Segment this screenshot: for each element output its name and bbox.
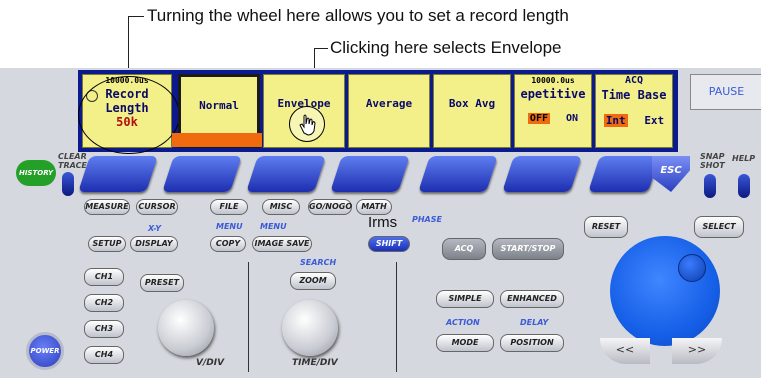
callout-line-h2: [314, 48, 328, 49]
menu-label-copy: MENU: [216, 222, 243, 231]
timebase-options: Int Ext: [596, 114, 672, 127]
help-label: HELP: [732, 154, 756, 163]
callout-line-h1: [128, 16, 144, 17]
snap-shot-button[interactable]: [704, 174, 716, 198]
timediv-label: TIME/DIV: [292, 358, 338, 368]
softkey-button-4[interactable]: [330, 156, 410, 192]
ch1-button[interactable]: CH1: [84, 268, 124, 286]
start-stop-button[interactable]: START/STOP: [492, 238, 564, 260]
timebase-ext[interactable]: Ext: [644, 114, 664, 127]
jog-shuttle-wheel[interactable]: [610, 236, 720, 346]
action-label: ACTION: [446, 318, 480, 327]
box-avg-softkey[interactable]: Box Avg: [433, 74, 511, 148]
reset-button[interactable]: RESET: [584, 216, 628, 238]
repetitive-options: OFF ON: [515, 113, 591, 124]
preset-button[interactable]: PRESET: [140, 274, 184, 292]
copy-button[interactable]: COPY: [210, 236, 246, 252]
softkey-button-5[interactable]: [418, 156, 498, 192]
timebase-label: Time Base: [601, 88, 667, 102]
file-button[interactable]: FILE: [210, 199, 248, 215]
softkey-button-1[interactable]: [78, 156, 158, 192]
hand-cursor-icon: [289, 106, 325, 142]
timebase-int[interactable]: Int: [603, 114, 628, 127]
position-button[interactable]: POSITION: [500, 334, 564, 352]
envelope-callout-text: Clicking here selects Envelope: [330, 38, 562, 57]
cursor-button[interactable]: CURSOR: [136, 199, 178, 215]
select-button[interactable]: SELECT: [694, 216, 744, 238]
repetitive-on[interactable]: ON: [566, 113, 578, 124]
shift-button[interactable]: SHIFT: [368, 236, 410, 252]
enhanced-button[interactable]: ENHANCED: [500, 290, 564, 308]
timebase-header: ACQ: [624, 75, 644, 86]
history-button[interactable]: HISTORY: [16, 160, 56, 186]
phase-label: PHASE: [412, 215, 442, 224]
go-nogo-button[interactable]: GO/NOGO: [308, 199, 352, 215]
power-button[interactable]: POWER: [26, 332, 64, 370]
clear-trace-label: CLEAR TRACE: [58, 152, 87, 170]
clear-trace-button[interactable]: [62, 172, 74, 196]
repetitive-off[interactable]: OFF: [527, 113, 550, 124]
record-length-callout-text: Turning the wheel here allows you to set…: [147, 6, 569, 25]
vdiv-knob[interactable]: [158, 300, 214, 356]
normal-label: Normal: [199, 99, 239, 112]
softkey-button-3[interactable]: [246, 156, 326, 192]
menu-label-image-save: MENU: [260, 222, 287, 231]
simple-button[interactable]: SIMPLE: [436, 290, 494, 308]
ch3-button[interactable]: CH3: [84, 320, 124, 338]
repetitive-header: 10000.0us: [531, 76, 575, 85]
average-label: Average: [365, 97, 413, 110]
repetitive-label: epetitive: [520, 87, 586, 101]
acq-button[interactable]: ACQ: [442, 238, 486, 260]
timebase-softkey[interactable]: ACQ Time Base Int Ext: [595, 74, 673, 148]
display-button[interactable]: DISPLAY: [130, 236, 178, 252]
search-label: SEARCH: [300, 258, 337, 267]
setup-button[interactable]: SETUP: [88, 236, 126, 252]
image-save-button[interactable]: IMAGE SAVE: [252, 236, 312, 252]
zoom-button[interactable]: ZOOM: [290, 272, 336, 290]
timediv-knob[interactable]: [282, 300, 338, 356]
help-button[interactable]: [738, 174, 750, 198]
snap-shot-label: SNAP SHOT: [700, 152, 725, 170]
misc-button[interactable]: MISC: [262, 199, 300, 215]
ch4-button[interactable]: CH4: [84, 346, 124, 364]
ch2-button[interactable]: CH2: [84, 294, 124, 312]
measure-button[interactable]: MEASURE: [84, 199, 130, 215]
divider-line-2: [396, 262, 397, 372]
mode-button[interactable]: MODE: [436, 334, 494, 352]
softkey-button-7[interactable]: [588, 156, 660, 192]
jog-wheel-dimple: [678, 254, 706, 282]
xy-label: X-Y: [148, 224, 162, 233]
pause-button[interactable]: PAUSE: [690, 74, 761, 110]
math-button[interactable]: MATH: [356, 199, 392, 215]
normal-softkey-underline: [172, 133, 262, 147]
repetitive-softkey[interactable]: 10000.0us epetitive OFF ON: [514, 74, 592, 148]
divider-line-1: [248, 262, 249, 372]
delay-label: DELAY: [520, 318, 549, 327]
average-softkey[interactable]: Average: [348, 74, 430, 148]
softkey-button-2[interactable]: [162, 156, 242, 192]
box-avg-label: Box Avg: [448, 97, 496, 110]
vdiv-label: V/DIV: [196, 358, 225, 368]
irms-label: Irms: [368, 214, 398, 231]
record-length-highlight-ring: [78, 76, 180, 154]
softkey-button-6[interactable]: [502, 156, 582, 192]
